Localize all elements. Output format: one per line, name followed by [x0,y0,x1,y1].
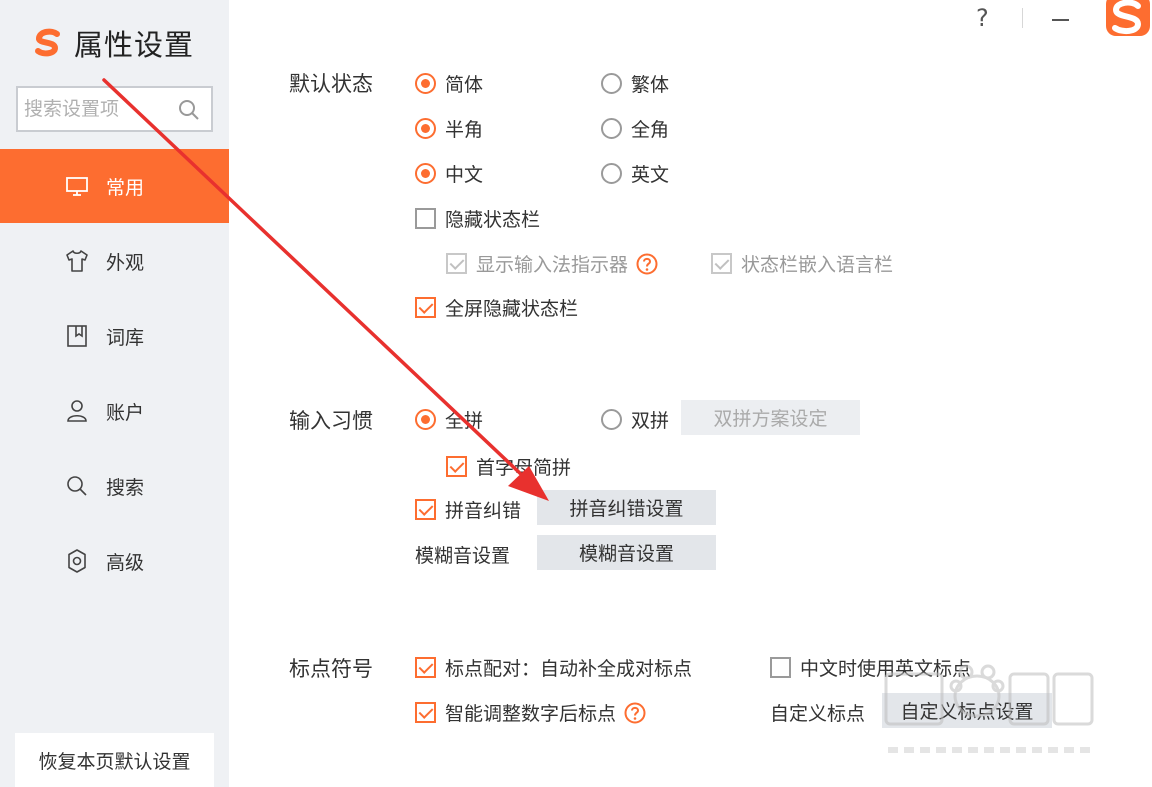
radio-english[interactable]: 英文 [601,160,669,187]
sidebar-item-label: 账户 [106,401,145,424]
sidebar-item-label: 外观 [106,251,145,274]
radio-button[interactable] [415,118,436,139]
sidebar-item-label: 常用 [106,176,145,199]
help-circle-icon[interactable] [636,253,658,275]
punctuation-label: 标点符号 [289,657,373,681]
sidebar-item-appearance[interactable]: 外观 [0,224,229,298]
sidebar-item-dictionary[interactable]: 词库 [0,299,229,373]
fuzzy-sound-label: 模糊音设置 [415,545,511,567]
radio-button[interactable] [415,163,436,184]
checkbox[interactable] [711,253,732,274]
radio-half-width[interactable]: 半角 [415,115,483,142]
minimize-button[interactable] [1052,19,1069,21]
checkbox[interactable] [446,253,467,274]
radio-button[interactable] [601,163,622,184]
help-circle-icon[interactable] [624,702,646,724]
window-title: 属性设置 [74,28,195,62]
default-state-label: 默认状态 [289,72,373,96]
baidu-jingyan-watermark [884,664,1094,753]
search-icon[interactable] [177,98,201,122]
checkbox[interactable] [770,657,791,678]
sidebar-item-label: 高级 [106,551,145,574]
search-icon [67,476,87,496]
radio-chinese[interactable]: 中文 [415,160,483,187]
checkbox-auto-pair-punctuation[interactable]: 标点配对：自动补全成对标点 [415,654,692,681]
sidebar-item-advanced[interactable]: 高级 [0,524,229,598]
radio-full-width[interactable]: 全角 [601,115,669,142]
shirt-icon [66,250,88,272]
radio-button[interactable] [601,409,622,430]
sogou-corner-logo-icon [1106,0,1150,36]
sidebar-item-general[interactable]: 常用 [0,149,229,223]
user-icon [67,400,87,422]
pinyin-correction-settings-button[interactable]: 拼音纠错设置 [537,490,716,525]
fuzzy-sound-settings-button[interactable]: 模糊音设置 [537,535,716,570]
radio-button[interactable] [415,73,436,94]
checkbox[interactable] [415,499,436,520]
checkbox-initial-abbreviation[interactable]: 首字母简拼 [446,453,571,480]
radio-simplified[interactable]: 简体 [415,70,483,97]
gear-icon [68,549,86,573]
custom-punctuation-label: 自定义标点 [770,703,866,725]
checkbox[interactable] [446,456,467,477]
checkbox[interactable] [415,702,436,723]
checkbox-embed-language-bar[interactable]: 状态栏嵌入语言栏 [711,250,893,277]
sidebar-item-label: 搜索 [106,476,145,499]
checkbox[interactable] [415,208,436,229]
radio-button[interactable] [601,73,622,94]
app-logo: 属性设置 [32,22,194,64]
sogou-logo-icon [35,28,60,57]
checkbox-fullscreen-hide-status-bar[interactable]: 全屏隐藏状态栏 [415,294,578,321]
checkbox[interactable] [415,297,436,318]
sidebar: 属性设置 常用 外观 词库 账户 [0,0,229,787]
search-box[interactable] [16,86,213,132]
radio-button[interactable] [601,118,622,139]
search-input[interactable] [24,96,174,122]
checkbox-hide-status-bar[interactable]: 隐藏状态栏 [415,205,540,232]
checkbox-smart-punctuation[interactable]: 智能调整数字后标点 [415,699,646,726]
radio-full-pinyin[interactable]: 全拼 [415,406,483,433]
radio-traditional[interactable]: 繁体 [601,70,669,97]
input-habit-label: 输入习惯 [289,409,373,433]
checkbox-pinyin-correction[interactable]: 拼音纠错 [415,496,521,523]
sidebar-item-search[interactable]: 搜索 [0,449,229,523]
sidebar-item-label: 词库 [106,326,145,349]
double-pinyin-scheme-button[interactable]: 双拼方案设定 [681,400,860,435]
restore-defaults-button[interactable]: 恢复本页默认设置 [15,733,214,787]
radio-double-pinyin[interactable]: 双拼 [601,406,669,433]
checkbox[interactable] [415,657,436,678]
help-button[interactable]: ? [976,4,989,32]
titlebar-divider [1022,8,1023,28]
checkbox-show-indicator[interactable]: 显示输入法指示器 [446,250,658,277]
book-icon [67,325,87,347]
sidebar-item-account[interactable]: 账户 [0,374,229,448]
monitor-icon [66,177,88,196]
radio-button[interactable] [415,409,436,430]
